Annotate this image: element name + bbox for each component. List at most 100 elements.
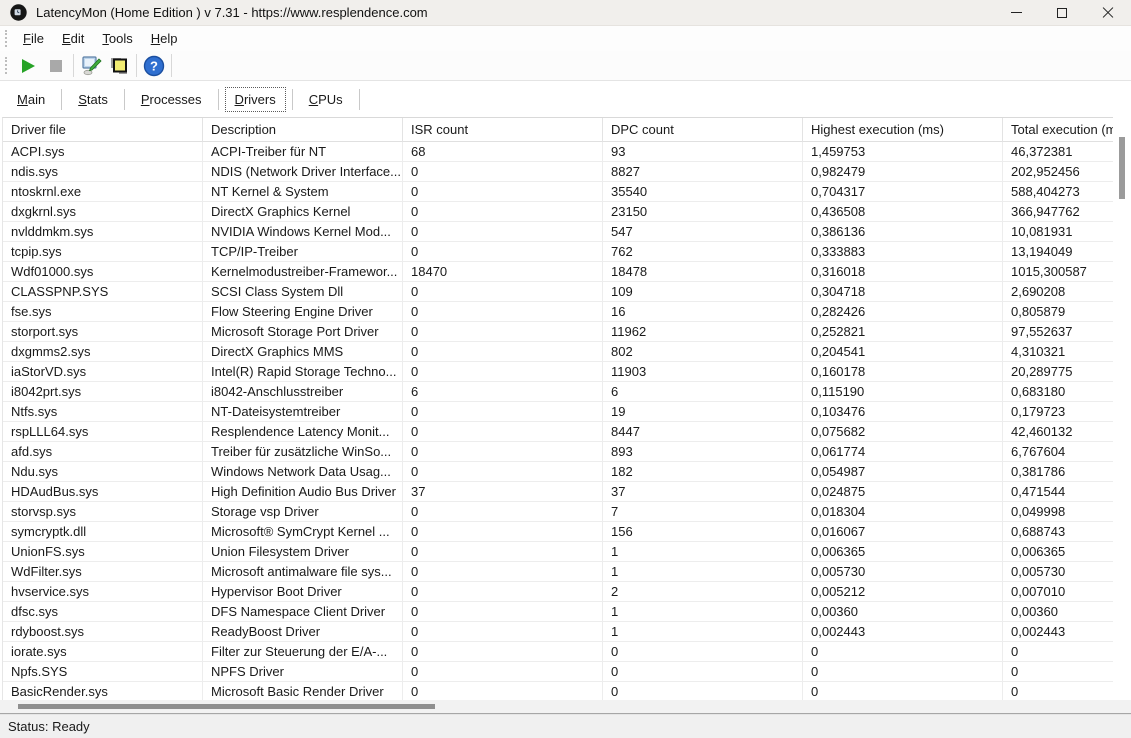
table-row[interactable]: HDAudBus.sys High Definition Audio Bus Dr… [3, 482, 1113, 502]
driver-table-body: ACPI.sys ACPI-Treiber für NT 68 93 1,459753 4… [3, 142, 1113, 700]
table-row[interactable]: rdyboost.sys ReadyBoost Driver 0 1 0,002443 0… [3, 622, 1113, 642]
table-cell: Npfs.SYS [3, 662, 203, 682]
table-row[interactable]: hvservice.sys Hypervisor Boot Driver 0 2 0,0… [3, 582, 1113, 602]
status-text: Status: Ready [8, 719, 90, 734]
table-cell: Ndu.sys [3, 462, 203, 482]
table-row[interactable]: dxgmms2.sys DirectX Graphics MMS 0 802 0,204… [3, 342, 1113, 362]
table-row[interactable]: BasicRender.sys Microsoft Basic Render Dr… [3, 682, 1113, 700]
table-row[interactable]: afd.sys Treiber für zusätzliche WinSo... 0… [3, 442, 1113, 462]
table-cell: 0,683180 [1003, 382, 1113, 402]
table-row[interactable]: rspLLL64.sys Resplendence Latency Monit..… [3, 422, 1113, 442]
table-cell: 1015,300587 [1003, 262, 1113, 282]
table-row[interactable]: iorate.sys Filter zur Steuerung der E/A-.… [3, 642, 1113, 662]
table-cell: 0 [403, 582, 603, 602]
table-row[interactable]: ntoskrnl.exe NT Kernel & System 0 35540 0,70… [3, 182, 1113, 202]
column-header-isr-count[interactable]: ISR count [403, 118, 603, 142]
copy-report-button[interactable] [105, 53, 133, 79]
table-cell: Microsoft Storage Port Driver [203, 322, 403, 342]
close-button[interactable] [1085, 0, 1131, 26]
table-cell: 46,372381 [1003, 142, 1113, 162]
table-cell: 202,952456 [1003, 162, 1113, 182]
table-cell: 1 [603, 622, 803, 642]
start-monitor-button[interactable] [14, 53, 42, 79]
table-cell: 0 [403, 562, 603, 582]
minimize-button[interactable] [993, 0, 1039, 26]
horizontal-scrollbar-thumb[interactable] [18, 704, 435, 709]
table-row[interactable]: Npfs.SYS NPFS Driver 0 0 0 0 [3, 662, 1113, 682]
stop-monitor-button[interactable] [42, 53, 70, 79]
table-cell: 0 [803, 662, 1003, 682]
table-cell: 6,767604 [1003, 442, 1113, 462]
table-row[interactable]: ndis.sys NDIS (Network Driver Interface..… [3, 162, 1113, 182]
table-row[interactable]: nvlddmkm.sys NVIDIA Windows Kernel Mod...… [3, 222, 1113, 242]
vertical-scrollbar-thumb[interactable] [1119, 137, 1125, 199]
table-cell: Union Filesystem Driver [203, 542, 403, 562]
table-cell: Storage vsp Driver [203, 502, 403, 522]
column-header-description[interactable]: Description [203, 118, 403, 142]
table-row[interactable]: Ndu.sys Windows Network Data Usag... 0 182 0… [3, 462, 1113, 482]
edit-options-button[interactable] [77, 53, 105, 79]
table-cell: 2 [603, 582, 803, 602]
vertical-scrollbar[interactable] [1113, 117, 1131, 700]
table-row[interactable]: storport.sys Microsoft Storage Port Drive… [3, 322, 1113, 342]
tab-main[interactable]: Main [7, 87, 55, 112]
table-cell: Microsoft® SymCrypt Kernel ... [203, 522, 403, 542]
tab-cpus[interactable]: CPUs [299, 87, 353, 112]
help-button[interactable]: ? [140, 53, 168, 79]
table-cell: 1 [603, 542, 803, 562]
column-header-driver-file[interactable]: Driver file [3, 118, 203, 142]
menu-tools[interactable]: Tools [93, 28, 141, 49]
tab-stats[interactable]: Stats [68, 87, 118, 112]
table-row[interactable]: CLASSPNP.SYS SCSI Class System Dll 0 109 0,3… [3, 282, 1113, 302]
table-row[interactable]: Ntfs.sys NT-Dateisystemtreiber 0 19 0,103476… [3, 402, 1113, 422]
table-cell: 0 [403, 362, 603, 382]
table-cell: 0,179723 [1003, 402, 1113, 422]
table-cell: 18478 [603, 262, 803, 282]
table-cell: dxgkrnl.sys [3, 202, 203, 222]
table-row[interactable]: symcryptk.dll Microsoft® SymCrypt Kernel … [3, 522, 1113, 542]
table-cell: 0 [403, 602, 603, 622]
table-row[interactable]: Wdf01000.sys Kernelmodustreiber-Framewor.… [3, 262, 1113, 282]
table-row[interactable]: i8042prt.sys i8042-Anschlusstreiber 6 6 0,11… [3, 382, 1113, 402]
table-cell: 366,947762 [1003, 202, 1113, 222]
table-row[interactable]: storvsp.sys Storage vsp Driver 0 7 0,018304 0… [3, 502, 1113, 522]
menu-help[interactable]: Help [142, 28, 187, 49]
table-row[interactable]: dxgkrnl.sys DirectX Graphics Kernel 0 23150… [3, 202, 1113, 222]
status-bar: Status: Ready [0, 714, 1131, 738]
table-cell: ReadyBoost Driver [203, 622, 403, 642]
table-cell: 0 [403, 282, 603, 302]
table-cell: 547 [603, 222, 803, 242]
horizontal-scrollbar[interactable] [0, 700, 1131, 713]
column-header-dpc-count[interactable]: DPC count [603, 118, 803, 142]
table-cell: 0,007010 [1003, 582, 1113, 602]
table-row[interactable]: UnionFS.sys Union Filesystem Driver 0 1 0,00… [3, 542, 1113, 562]
maximize-button[interactable] [1039, 0, 1085, 26]
minimize-icon [1010, 12, 1022, 13]
menu-edit[interactable]: Edit [53, 28, 93, 49]
tab-processes[interactable]: Processes [131, 87, 212, 112]
table-cell: 0 [803, 642, 1003, 662]
table-row[interactable]: iaStorVD.sys Intel(R) Rapid Storage Techn… [3, 362, 1113, 382]
table-cell: 8447 [603, 422, 803, 442]
table-cell: Resplendence Latency Monit... [203, 422, 403, 442]
table-cell: 0 [603, 662, 803, 682]
column-header-total-execution[interactable]: Total execution (ms) [1003, 118, 1113, 142]
table-cell: 0,018304 [803, 502, 1003, 522]
table-cell: 156 [603, 522, 803, 542]
table-cell: 0 [403, 522, 603, 542]
title-bar: LatencyMon (Home Edition ) v 7.31 - http… [0, 0, 1131, 26]
toolbar-separator [136, 54, 137, 77]
table-cell: 16 [603, 302, 803, 322]
toolbar-separator [171, 54, 172, 77]
table-row[interactable]: tcpip.sys TCP/IP-Treiber 0 762 0,333883 13,19… [3, 242, 1113, 262]
tab-drivers[interactable]: Drivers [224, 86, 286, 112]
table-row[interactable]: dfsc.sys DFS Namespace Client Driver 0 1 0,0… [3, 602, 1113, 622]
column-header-highest-execution[interactable]: Highest execution (ms) [803, 118, 1003, 142]
table-row[interactable]: WdFilter.sys Microsoft antimalware file s… [3, 562, 1113, 582]
table-cell: 0,115190 [803, 382, 1003, 402]
table-cell: iorate.sys [3, 642, 203, 662]
menu-file[interactable]: File [14, 28, 53, 49]
table-row[interactable]: fse.sys Flow Steering Engine Driver 0 16 0,2… [3, 302, 1113, 322]
table-cell: 893 [603, 442, 803, 462]
table-row[interactable]: ACPI.sys ACPI-Treiber für NT 68 93 1,459753 4… [3, 142, 1113, 162]
